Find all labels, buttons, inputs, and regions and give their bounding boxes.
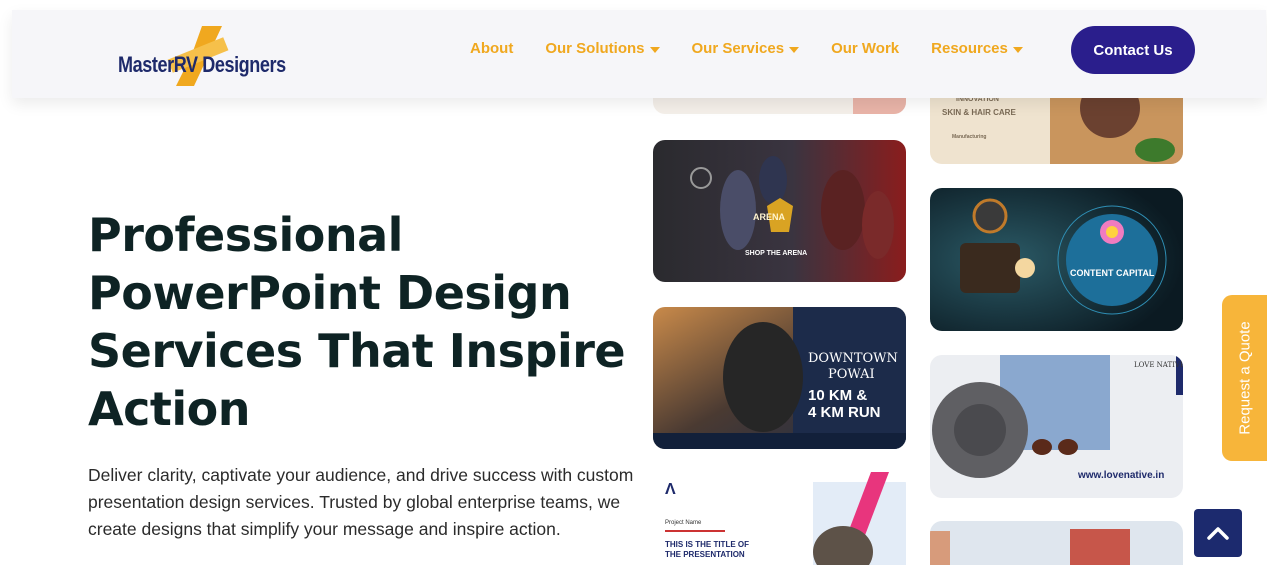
- hero-title: Professional PowerPoint Design Services …: [88, 208, 626, 436]
- svg-text:Λ: Λ: [665, 481, 676, 498]
- caret-down-icon: [649, 46, 660, 53]
- lovenative-url: www.lovenative.in: [1078, 470, 1165, 481]
- chevron-up-icon: [1207, 527, 1229, 540]
- content-capital-title: CONTENT CAPITAL: [1070, 268, 1155, 278]
- portfolio-card-presentation[interactable]: Λ Project Name THIS IS THE TITLE OF THE …: [653, 472, 906, 565]
- portfolio-card-run[interactable]: DOWNTOWN POWAI 10 KM & 4 KM RUN: [653, 307, 906, 449]
- portfolio-card-content-capital[interactable]: CONTENT CAPITAL: [930, 188, 1183, 331]
- contact-us-button[interactable]: Contact Us: [1071, 26, 1195, 74]
- nav-our-services[interactable]: Our Services: [692, 40, 800, 57]
- caret-down-icon: [1012, 46, 1023, 53]
- arena-caption: SHOP THE ARENA: [745, 250, 808, 257]
- caret-down-icon: [789, 46, 800, 53]
- run-line4: 4 KM RUN: [808, 404, 881, 421]
- presentation-label: Project Name: [665, 520, 702, 526]
- nav-resources[interactable]: Resources: [931, 40, 1023, 57]
- nav-about-label: About: [470, 40, 514, 57]
- nav-our-services-label: Our Services: [691, 40, 785, 57]
- run-line2: POWAI: [828, 367, 875, 382]
- portfolio-card-lovenative[interactable]: LOVE NATIVE www.lovenative.in: [930, 355, 1183, 498]
- logo-text: MasterRV Designers: [118, 52, 286, 77]
- run-line3: 10 KM &: [808, 387, 868, 404]
- portfolio-card-skin-care[interactable]: INNOVATION SKIN & HAIR CARE Manufacturin…: [930, 88, 1183, 164]
- nav-about[interactable]: About: [470, 40, 513, 57]
- site-header: MasterRV Designers About Our Solutions O…: [12, 10, 1266, 98]
- nav-resources-label: Resources: [931, 40, 1008, 57]
- portfolio-card-arena[interactable]: ARENA SHOP THE ARENA: [653, 140, 906, 282]
- main-nav: About Our Solutions Our Services Our Wor…: [470, 40, 1055, 57]
- nav-our-solutions[interactable]: Our Solutions: [545, 40, 660, 57]
- logo[interactable]: MasterRV Designers: [104, 26, 304, 86]
- skin-care-line3: Manufacturing: [952, 134, 987, 140]
- presentation-title2: THE PRESENTATION: [665, 550, 745, 559]
- request-quote-tab[interactable]: Request a Quote: [1222, 295, 1267, 461]
- run-line1: DOWNTOWN: [808, 351, 898, 366]
- hero-description: Deliver clarity, captivate your audience…: [88, 465, 634, 539]
- request-quote-label: Request a Quote: [1236, 321, 1253, 435]
- skin-care-line2: SKIN & HAIR CARE: [942, 108, 1016, 117]
- scroll-to-top-button[interactable]: [1194, 509, 1242, 557]
- arena-badge: ARENA: [753, 212, 786, 222]
- nav-our-work-label: Our Work: [831, 40, 900, 57]
- nav-our-solutions-label: Our Solutions: [545, 40, 645, 57]
- portfolio-card-bottom-right[interactable]: [930, 521, 1183, 565]
- lovenative-top: LOVE NATIVE: [1134, 361, 1183, 369]
- nav-our-work[interactable]: Our Work: [831, 40, 899, 57]
- presentation-title1: THIS IS THE TITLE OF: [665, 540, 749, 549]
